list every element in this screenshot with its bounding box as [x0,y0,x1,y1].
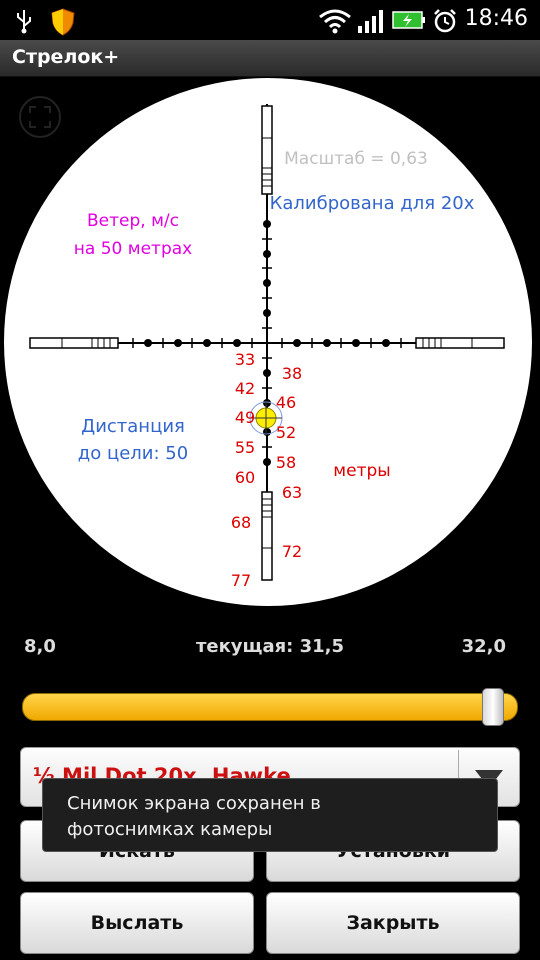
range-mark: 38 [282,364,302,383]
wind-label-line1: Ветер, м/с [87,211,179,231]
status-bar: 18:46 [0,0,540,40]
range-mark: 60 [235,468,255,487]
toast-line2: фотоснимках камеры [67,819,273,840]
toast-line1: Снимок экрана сохранен в [67,793,321,814]
range-mark: 72 [282,542,302,561]
range-mark: 63 [282,483,302,502]
reticle-drawing: Масштаб = 0,63 Калибрована для 20х Ветер… [4,78,532,606]
range-mark: 52 [276,423,296,442]
range-mark: 33 [235,350,255,369]
usb-icon [17,10,31,34]
toast-notification: Снимок экрана сохранен в фотоснимках кам… [42,778,498,852]
range-mark: 58 [276,453,296,472]
clock: 18:46 [464,6,528,31]
calibrated-label: Калибрована для 20х [270,193,475,214]
units-label: метры [333,461,390,481]
range-mark: 68 [231,513,251,532]
send-button[interactable]: Выслать [20,892,254,954]
zoom-slider[interactable] [22,688,518,726]
wifi-icon [319,9,351,34]
range-mark: 77 [231,571,251,590]
top-post [261,105,273,195]
slider-thumb[interactable] [482,688,504,726]
battery-charging-icon [392,11,425,29]
range-mark: 42 [235,379,255,398]
range-mark: 55 [235,438,255,457]
shield-warning-icon [51,8,75,36]
signal-icon [358,10,383,33]
close-button[interactable]: Закрыть [266,892,520,954]
wind-label-line2: на 50 метрах [74,239,192,259]
app-title-bar: Стрелок+ [0,40,540,77]
left-post [29,337,119,349]
zoom-max: 32,0 [461,636,506,657]
fullscreen-icon[interactable] [19,96,61,138]
range-mark: 46 [276,393,296,412]
distance-label-line1: Дистанция [81,416,185,437]
alarm-icon [434,9,456,33]
app-title: Стрелок+ [12,46,120,68]
distance-label-line2: до цели: 50 [78,443,188,464]
range-mark: 49 [235,408,255,427]
scale-label: Масштаб = 0,63 [284,149,428,169]
slider-track[interactable] [22,693,518,721]
scope-view[interactable]: Масштаб = 0,63 Калибрована для 20х Ветер… [0,76,540,621]
zoom-current: текущая: 31,5 [195,636,345,657]
zoom-info: 8,0 текущая: 31,5 32,0 [0,636,540,666]
